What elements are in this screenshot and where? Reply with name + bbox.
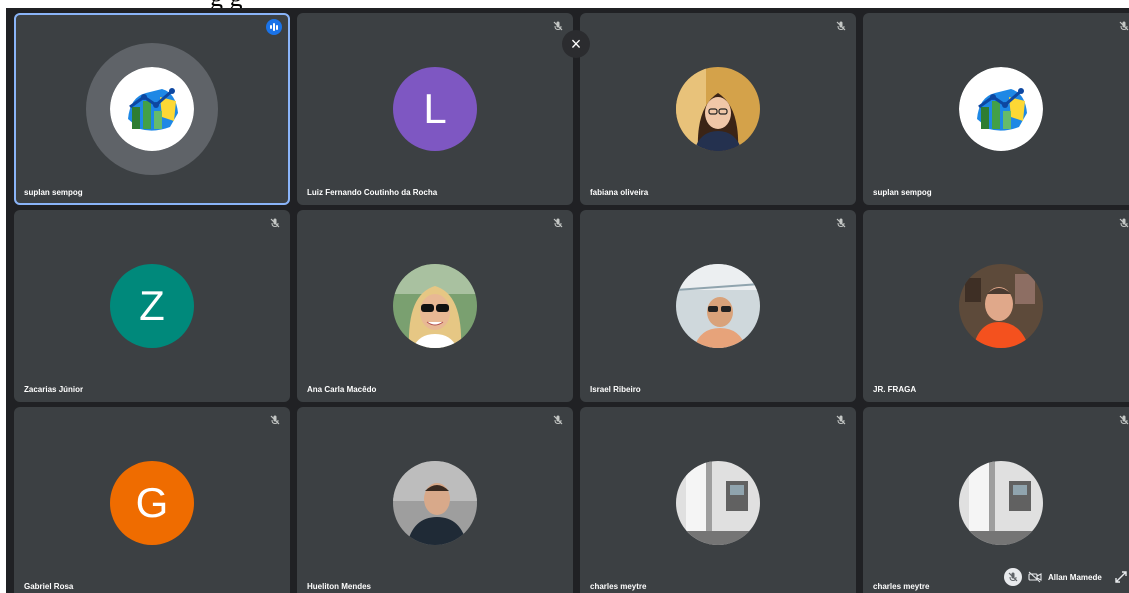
participant-name: Ana Carla Macêdo: [307, 385, 377, 394]
participant-tile[interactable]: suplan sempog: [14, 13, 290, 205]
participant-tile[interactable]: L Luiz Fernando Coutinho da Rocha: [297, 13, 573, 205]
mic-off-icon: [1008, 572, 1018, 582]
participant-photo: [676, 67, 760, 151]
participant-tile[interactable]: Ana Carla Macêdo: [297, 210, 573, 402]
suplan-logo-icon: [110, 67, 194, 151]
photo-room-icon: [676, 461, 760, 545]
photo-room-icon: [959, 461, 1043, 545]
avatar: [959, 67, 1043, 151]
self-mic-off-button[interactable]: [1004, 568, 1022, 586]
participant-tile[interactable]: Israel Ribeiro: [580, 210, 856, 402]
participant-name: fabiana oliveira: [590, 188, 649, 197]
window-top-strip: g g: [0, 0, 1129, 8]
participant-name: charles meytre: [873, 582, 930, 591]
participant-tile[interactable]: Z Zacarias Júnior: [14, 210, 290, 402]
participant-name: Israel Ribeiro: [590, 385, 641, 394]
meeting-grid: suplan sempog L Luiz Fernando Coutinho d…: [6, 8, 1129, 593]
photo-man-boat-icon: [676, 264, 760, 348]
suplan-logo-icon: [959, 67, 1043, 151]
avatar: [110, 67, 194, 151]
mic-off-icon: [836, 21, 846, 31]
mic-off-icon: [1119, 218, 1129, 228]
expand-icon[interactable]: [1114, 570, 1128, 584]
letter-avatar: Z: [110, 264, 194, 348]
mic-off-icon: [553, 415, 563, 425]
participant-tile[interactable]: Hueliton Mendes: [297, 407, 573, 593]
participant-name: charles meytre: [590, 582, 647, 591]
photo-man-jacket-icon: [393, 461, 477, 545]
participant-name: suplan sempog: [873, 188, 932, 197]
camera-off-icon[interactable]: [1028, 571, 1042, 583]
participant-tile[interactable]: JR. FRAGA: [863, 210, 1129, 402]
mic-off-icon: [270, 218, 280, 228]
participant-name: JR. FRAGA: [873, 385, 917, 394]
participant-name: Hueliton Mendes: [307, 582, 372, 591]
participant-name: suplan sempog: [24, 188, 83, 197]
mic-off-icon: [270, 415, 280, 425]
mic-off-icon: [836, 218, 846, 228]
participant-photo: [959, 264, 1043, 348]
self-view-bar: Allan Mamede: [1000, 566, 1129, 588]
mic-off-icon: [836, 415, 846, 425]
mic-off-icon: [1119, 21, 1129, 31]
participant-photo: [393, 461, 477, 545]
participant-tile[interactable]: charles meytre: [580, 407, 856, 593]
letter-avatar: G: [110, 461, 194, 545]
participant-name: Luiz Fernando Coutinho da Rocha: [307, 188, 438, 197]
photo-woman-icon: [676, 67, 760, 151]
clipped-heading: g g: [210, 0, 243, 8]
mic-off-icon: [553, 21, 563, 31]
speaking-indicator-icon: [266, 19, 282, 35]
self-name: Allan Mamede: [1048, 572, 1102, 582]
participant-tile[interactable]: fabiana oliveira: [580, 13, 856, 205]
close-button[interactable]: ×: [562, 30, 590, 58]
participant-name: Zacarias Júnior: [24, 385, 84, 394]
participant-photo: [676, 461, 760, 545]
letter-avatar: L: [393, 67, 477, 151]
participant-name: Gabriel Rosa: [24, 582, 74, 591]
mic-off-icon: [553, 218, 563, 228]
participant-photo: [676, 264, 760, 348]
mic-off-icon: [1119, 415, 1129, 425]
participant-photo: [959, 461, 1043, 545]
close-icon: ×: [570, 34, 582, 54]
participant-tile[interactable]: G Gabriel Rosa: [14, 407, 290, 593]
photo-woman-sunglasses-icon: [393, 264, 477, 348]
photo-man-red-shirt-icon: [959, 264, 1043, 348]
participant-photo: [393, 264, 477, 348]
participant-tile[interactable]: suplan sempog: [863, 13, 1129, 205]
